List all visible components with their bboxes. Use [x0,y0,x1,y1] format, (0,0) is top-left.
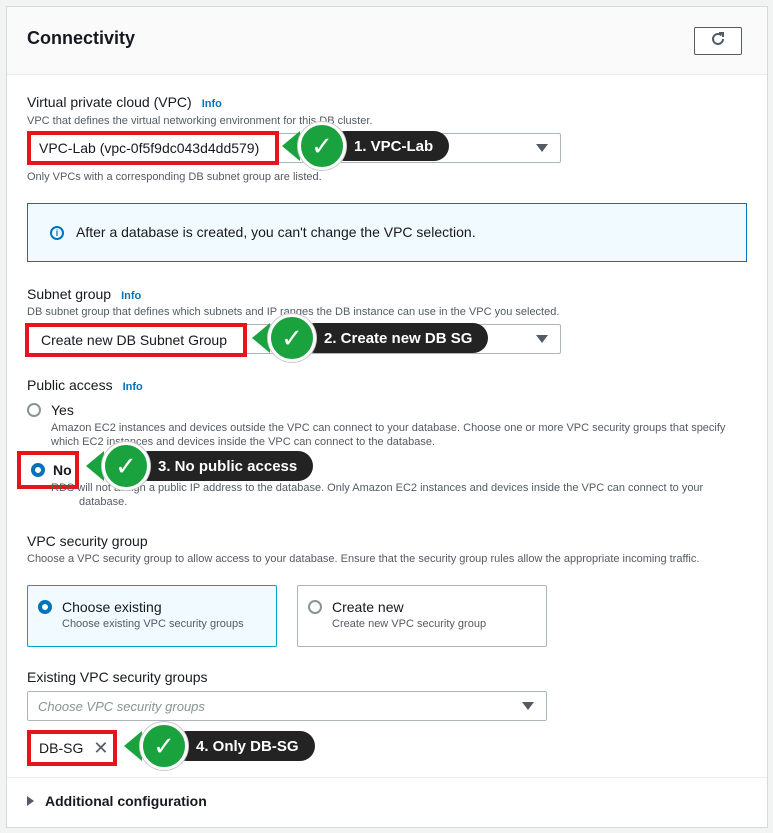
chevron-down-icon [536,144,548,152]
choose-existing-title: Choose existing [62,599,162,615]
public-access-info-link[interactable]: Info [123,381,143,393]
subnet-selected-value[interactable]: Create new DB Subnet Group [25,323,247,357]
checkmark-icon: ✓ [268,314,316,362]
existing-groups-label: Existing VPC security groups [27,669,208,685]
public-access-no-label[interactable]: No [53,462,72,478]
choose-existing-card[interactable]: Choose existing Choose existing VPC secu… [27,585,277,647]
subnet-info-link[interactable]: Info [121,290,141,302]
caret-right-icon [27,796,34,806]
existing-groups-placeholder: Choose VPC security groups [38,699,205,714]
close-icon[interactable]: ✕ [93,739,108,757]
info-icon: i [50,226,64,240]
refresh-icon [710,31,726,52]
vpc-hint: Only VPCs with a corresponding DB subnet… [27,171,322,183]
additional-configuration-toggle[interactable]: Additional configuration [27,793,207,809]
vpc-label: Virtual private cloud (VPC) Info [27,94,222,110]
vpc-selected-value[interactable]: VPC-Lab (vpc-0f5f9dc043d4dd579) [27,131,279,165]
checkmark-icon: ✓ [140,722,188,770]
subnet-label: Subnet group Info [27,286,142,302]
create-new-title: Create new [332,599,404,615]
vpc-info-link[interactable]: Info [202,98,222,110]
vpc-info-alert: i After a database is created, you can't… [27,203,747,262]
create-new-card[interactable]: Create new Create new VPC security group [297,585,547,647]
alert-text: After a database is created, you can't c… [76,224,476,240]
choose-existing-radio[interactable] [38,600,52,614]
connectivity-panel: Connectivity Virtual private cloud (VPC)… [6,6,768,828]
divider [7,777,767,778]
public-access-no-description: RDS will not assign a public IP address … [51,482,704,508]
checkmark-icon: ✓ [298,122,346,170]
create-new-sub: Create new VPC security group [332,618,487,630]
public-access-yes-description: Amazon EC2 instances and devices outside… [51,422,726,448]
security-group-token: DB-SG ✕ [27,730,117,766]
public-access-yes-radio[interactable] [27,403,41,417]
annotation-label: 3. No public access [134,451,314,481]
security-group-description: Choose a VPC security group to allow acc… [27,553,700,565]
chevron-down-icon [522,702,534,710]
refresh-button[interactable] [694,27,742,55]
public-access-label: Public access Info [27,377,143,393]
chevron-down-icon [536,335,548,343]
create-new-radio[interactable] [308,600,322,614]
choose-existing-sub: Choose existing VPC security groups [62,618,244,630]
annotation-label: 2. Create new DB SG [300,323,489,353]
public-access-yes-label[interactable]: Yes [51,402,74,418]
annotation-label: 4. Only DB-SG [172,731,315,761]
checkmark-icon: ✓ [102,442,150,490]
annotation-label: 1. VPC-Lab [330,131,450,161]
panel-header: Connectivity [7,7,767,75]
token-label: DB-SG [39,740,84,756]
public-access-no-radio[interactable] [31,463,45,477]
existing-groups-select[interactable]: Choose VPC security groups [27,691,547,721]
panel-title: Connectivity [27,28,136,48]
security-group-label: VPC security group [27,533,148,549]
